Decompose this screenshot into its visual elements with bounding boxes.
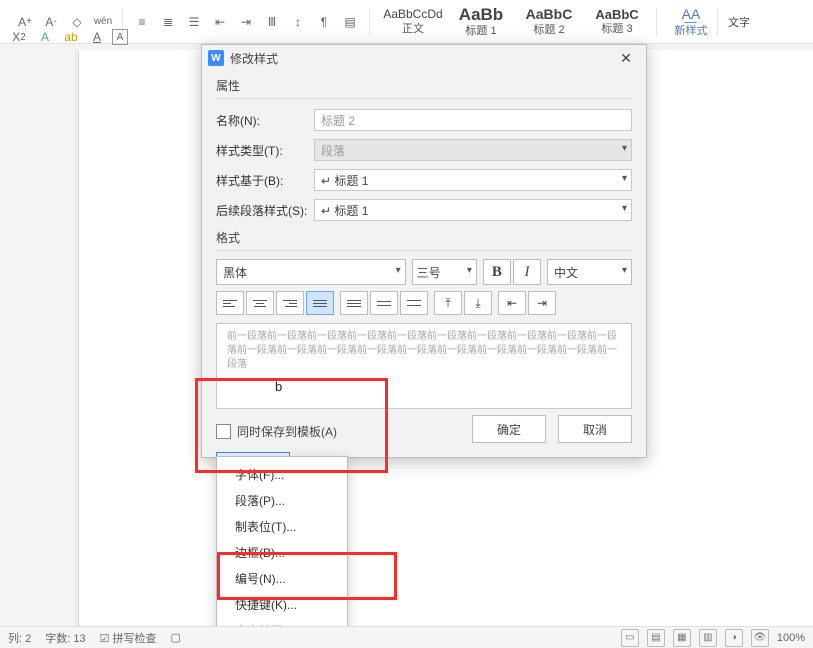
font-name-select[interactable]: 黑体▾ — [216, 259, 406, 285]
menu-item-font[interactable]: 字体(F)... — [217, 461, 347, 487]
view-mode-4-icon[interactable]: ▥ — [699, 629, 717, 647]
italic-button[interactable]: I — [513, 259, 541, 285]
view-mode-3-icon[interactable]: ▦ — [673, 629, 691, 647]
style-item-h2[interactable]: AaBbC 标题 2 — [516, 1, 582, 43]
cancel-button[interactable]: 取消 — [558, 415, 632, 443]
menu-item-tabs[interactable]: 制表位(T)... — [217, 513, 347, 539]
status-column: 列: 2 — [8, 630, 31, 646]
separator — [656, 8, 657, 36]
divider — [216, 98, 632, 99]
indent-right-button[interactable]: ⇥ — [528, 291, 556, 315]
align-right-button[interactable] — [276, 291, 304, 315]
indent-increase-top-button[interactable]: ⤒ — [434, 291, 462, 315]
status-doc-check-icon[interactable]: ▢ — [171, 631, 181, 644]
subscript-icon[interactable]: X2 — [8, 28, 30, 46]
close-icon[interactable]: ✕ — [612, 48, 640, 68]
indent-left-button[interactable]: ⇤ — [498, 291, 526, 315]
format-toolbar-1: 黑体▾ 三号▾ B I 中文▾ — [216, 259, 632, 285]
app-logo-icon — [208, 50, 224, 66]
menu-item-shortcut[interactable]: 快捷键(K)... — [217, 591, 347, 617]
divider — [216, 250, 632, 251]
font-color-icon[interactable]: A — [86, 28, 108, 46]
chevron-down-icon: ▾ — [396, 265, 401, 276]
char-shading-icon[interactable]: A — [34, 28, 56, 46]
align-justify-button[interactable] — [306, 291, 334, 315]
new-style-button[interactable]: A͟A 新样式 — [671, 2, 711, 42]
style-item-body[interactable]: AaBbCcDd 正文 — [380, 1, 446, 43]
menu-item-paragraph[interactable]: 段落(P)... — [217, 487, 347, 513]
paragraph-icon[interactable]: ¶ — [313, 11, 335, 33]
chevron-down-icon: ▾ — [467, 265, 472, 276]
style-item-h3[interactable]: AaBbC 标题 3 — [584, 1, 650, 43]
save-to-template-label: 同时保存到模板(A) — [237, 423, 337, 440]
align-center-button[interactable] — [246, 291, 274, 315]
format-group-label: 格式 — [216, 229, 632, 246]
style-preview: 前一段落前一段落前一段落前一段落前一段落前一段落前一段落前一段落前一段落前一段落… — [216, 323, 632, 409]
zoom-level[interactable]: 100% — [777, 632, 805, 644]
spacing-tight-button[interactable] — [340, 291, 368, 315]
status-spellcheck[interactable]: ☑ 拼写检查 — [100, 630, 157, 646]
menu-item-border[interactable]: 边框(B)... — [217, 539, 347, 565]
ok-button[interactable]: 确定 — [472, 415, 546, 443]
properties-group-label: 属性 — [216, 77, 632, 94]
line-spacing-icon[interactable]: ↕ — [287, 11, 309, 33]
text-direction-icon[interactable]: Ⅲ — [261, 11, 283, 33]
increase-indent-icon[interactable]: ⇥ — [235, 11, 257, 33]
type-label: 样式类型(T): — [216, 142, 314, 159]
format-toolbar-2: ⤒ ⤓ ⇤ ⇥ — [216, 291, 632, 315]
modify-style-dialog: 修改样式 ✕ 属性 名称(N): 样式类型(T): 段落▾ 样式基于(B): ↵… — [201, 44, 647, 458]
name-input[interactable] — [314, 109, 632, 131]
name-label: 名称(N): — [216, 112, 314, 129]
status-words: 字数: 13 — [45, 630, 85, 646]
menu-item-numbering[interactable]: 编号(N)... — [217, 565, 347, 591]
format-popup-menu: 字体(F)... 段落(P)... 制表位(T)... 边框(B)... 编号(… — [216, 456, 348, 648]
based-on-select[interactable]: ↵ 标题 1▾ — [314, 169, 632, 191]
language-select[interactable]: 中文▾ — [547, 259, 632, 285]
chevron-down-icon: ▾ — [622, 173, 627, 184]
bold-button[interactable]: B — [483, 259, 511, 285]
following-label: 后续段落样式(S): — [216, 202, 314, 219]
spacing-normal-button[interactable] — [370, 291, 398, 315]
separator — [717, 8, 718, 36]
chevron-down-icon: ▾ — [622, 143, 627, 154]
view-mode-2-icon[interactable]: ▤ — [647, 629, 665, 647]
style-gallery: AaBbCcDd 正文 AaBb 标题 1 AaBbC 标题 2 AaBbC 标… — [380, 1, 650, 43]
style-item-h1[interactable]: AaBb 标题 1 — [448, 1, 514, 43]
text-tools-label[interactable]: 文字 — [728, 14, 750, 30]
chevron-down-icon: ▾ — [622, 203, 627, 214]
separator — [369, 8, 370, 36]
char-border-icon[interactable]: A — [112, 29, 128, 45]
read-mode-icon[interactable]: ◑ — [725, 629, 743, 647]
status-bar: 列: 2 字数: 13 ☑ 拼写检查 ▢ ▭ ▤ ▦ ▥ ◑ 👁 100% — [0, 626, 813, 648]
chevron-down-icon: ▾ — [622, 265, 627, 276]
indent-decrease-top-button[interactable]: ⤓ — [464, 291, 492, 315]
highlight-icon[interactable]: ab — [60, 28, 82, 46]
align-left-button[interactable] — [216, 291, 244, 315]
eye-icon[interactable]: 👁 — [751, 629, 769, 647]
based-on-label: 样式基于(B): — [216, 172, 314, 189]
ribbon-row-2: X2 A ab A A — [0, 26, 200, 48]
view-mode-1-icon[interactable]: ▭ — [621, 629, 639, 647]
decrease-indent-icon[interactable]: ⇤ — [209, 11, 231, 33]
following-select[interactable]: ↵ 标题 1▾ — [314, 199, 632, 221]
font-size-select[interactable]: 三号▾ — [412, 259, 477, 285]
type-select: 段落▾ — [314, 139, 632, 161]
spacing-loose-button[interactable] — [400, 291, 428, 315]
save-to-template-checkbox[interactable] — [216, 424, 231, 439]
sort-icon[interactable]: ▤ — [339, 11, 361, 33]
dialog-titlebar: 修改样式 ✕ — [202, 45, 646, 71]
dialog-title: 修改样式 — [230, 50, 278, 67]
